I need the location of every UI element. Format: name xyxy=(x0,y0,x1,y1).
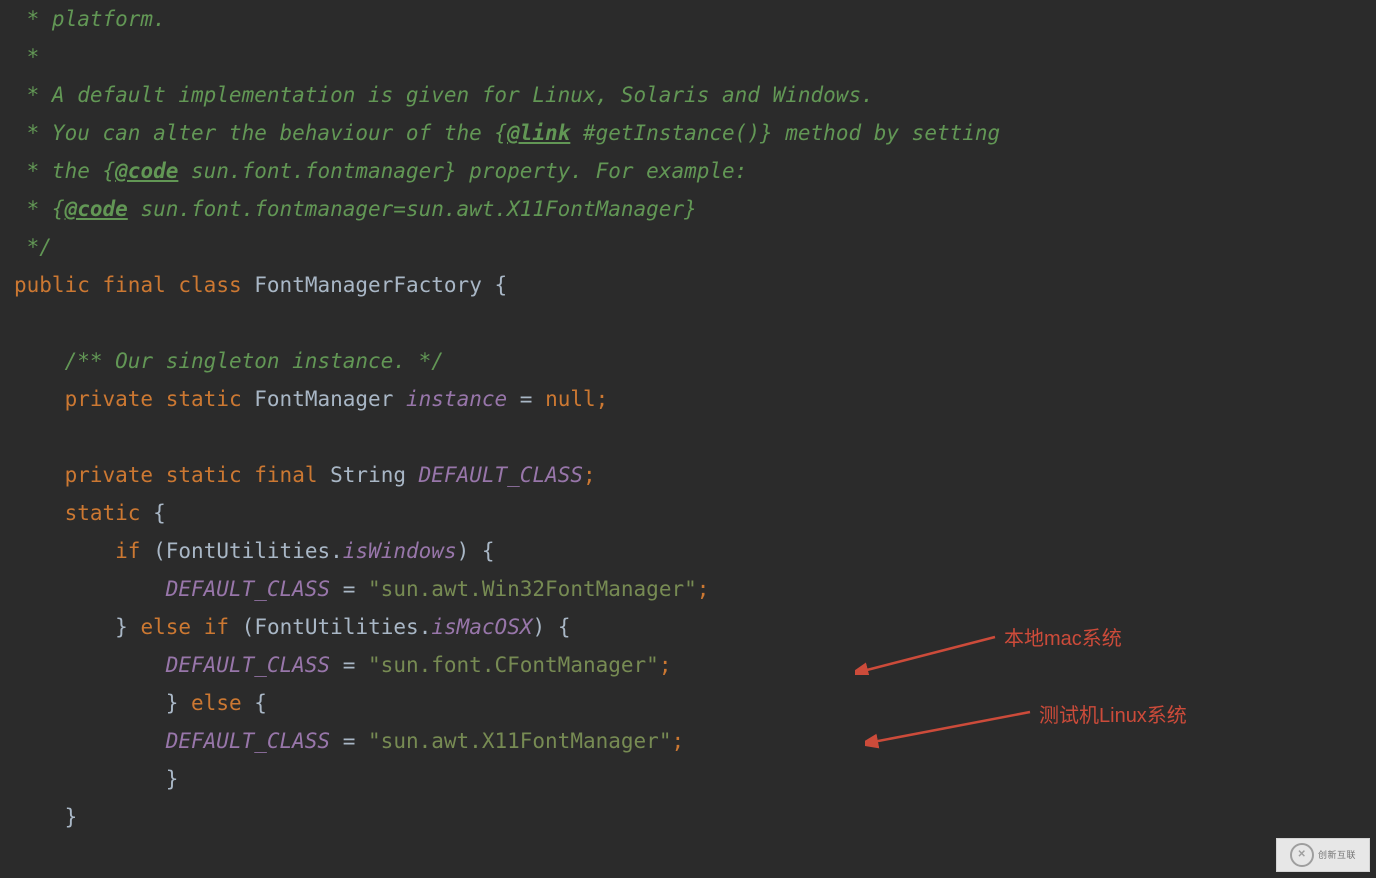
annotation-linux: 测试机Linux系统 xyxy=(1039,697,1187,735)
comment-line: * A default implementation is given for … xyxy=(14,83,874,107)
comment-line: * You can alter the behaviour of the { xyxy=(14,121,507,145)
brace: { xyxy=(558,615,571,639)
brace: { xyxy=(482,273,507,297)
keyword-else: else xyxy=(140,615,191,639)
semicolon: ; xyxy=(583,463,596,487)
comment-line: sun.font.fontmanager} property. For exam… xyxy=(178,159,747,183)
string-literal: "sun.font.CFontManager" xyxy=(368,653,659,677)
watermark-text: 创新互联 xyxy=(1318,836,1356,874)
comment-line: /** Our singleton instance. */ xyxy=(65,349,444,373)
field-instance: instance xyxy=(406,387,507,411)
comment-line: * { xyxy=(14,197,65,221)
op: = xyxy=(330,577,368,601)
paren: ) xyxy=(457,539,470,563)
brace: } xyxy=(166,767,179,791)
javadoc-code-tag: @code xyxy=(65,197,128,221)
keyword-static: static xyxy=(65,501,141,525)
field-ismacosx: isMacOSX xyxy=(431,615,532,639)
keyword-final: final xyxy=(254,463,317,487)
keyword-if: if xyxy=(204,615,229,639)
field-default-class: DEFAULT_CLASS xyxy=(166,653,330,677)
semicolon: ; xyxy=(697,577,710,601)
dot: . xyxy=(330,539,343,563)
class-ref: FontUtilities xyxy=(254,615,418,639)
brace: { xyxy=(153,501,166,525)
op: = xyxy=(330,653,368,677)
annotation-mac: 本地mac系统 xyxy=(1004,620,1122,658)
watermark-icon: ✕ xyxy=(1290,843,1314,867)
string-literal: "sun.awt.Win32FontManager" xyxy=(368,577,697,601)
keyword-null: null xyxy=(545,387,596,411)
keyword-if: if xyxy=(115,539,140,563)
brace: { xyxy=(482,539,495,563)
watermark-logo: ✕ 创新互联 xyxy=(1276,838,1370,872)
op: = xyxy=(330,729,368,753)
type: String xyxy=(330,463,406,487)
comment-line: sun.font.fontmanager=sun.awt.X11FontMana… xyxy=(128,197,697,221)
keyword-private: private xyxy=(65,463,154,487)
field-default-class: DEFAULT_CLASS xyxy=(419,463,583,487)
keyword-final: final xyxy=(103,273,166,297)
dot: . xyxy=(419,615,432,639)
field-default-class: DEFAULT_CLASS xyxy=(166,577,330,601)
brace: } xyxy=(65,805,78,829)
string-literal: "sun.awt.X11FontManager" xyxy=(368,729,671,753)
comment-line: * platform. xyxy=(14,7,166,31)
paren: ) xyxy=(533,615,546,639)
semicolon: ; xyxy=(596,387,609,411)
javadoc-code-tag: @code xyxy=(115,159,178,183)
field-default-class: DEFAULT_CLASS xyxy=(166,729,330,753)
keyword-class: class xyxy=(178,273,241,297)
paren: ( xyxy=(242,615,255,639)
brace: } xyxy=(166,691,179,715)
class-ref: FontUtilities xyxy=(166,539,330,563)
paren: ( xyxy=(153,539,166,563)
comment-line: #getInstance()} method by setting xyxy=(570,121,1000,145)
semicolon: ; xyxy=(671,729,684,753)
brace: { xyxy=(254,691,267,715)
keyword-static: static xyxy=(166,463,242,487)
keyword-static: static xyxy=(166,387,242,411)
keyword-private: private xyxy=(65,387,154,411)
keyword-public: public xyxy=(14,273,90,297)
field-iswindows: isWindows xyxy=(343,539,457,563)
javadoc-link-tag: @link xyxy=(507,121,570,145)
semicolon: ; xyxy=(659,653,672,677)
keyword-else: else xyxy=(191,691,242,715)
type: FontManager xyxy=(254,387,393,411)
op: = xyxy=(507,387,545,411)
brace: } xyxy=(115,615,128,639)
class-name: FontManagerFactory xyxy=(254,273,482,297)
comment-line: * the { xyxy=(14,159,115,183)
comment-end: */ xyxy=(14,235,52,259)
comment-line: * xyxy=(14,45,39,69)
